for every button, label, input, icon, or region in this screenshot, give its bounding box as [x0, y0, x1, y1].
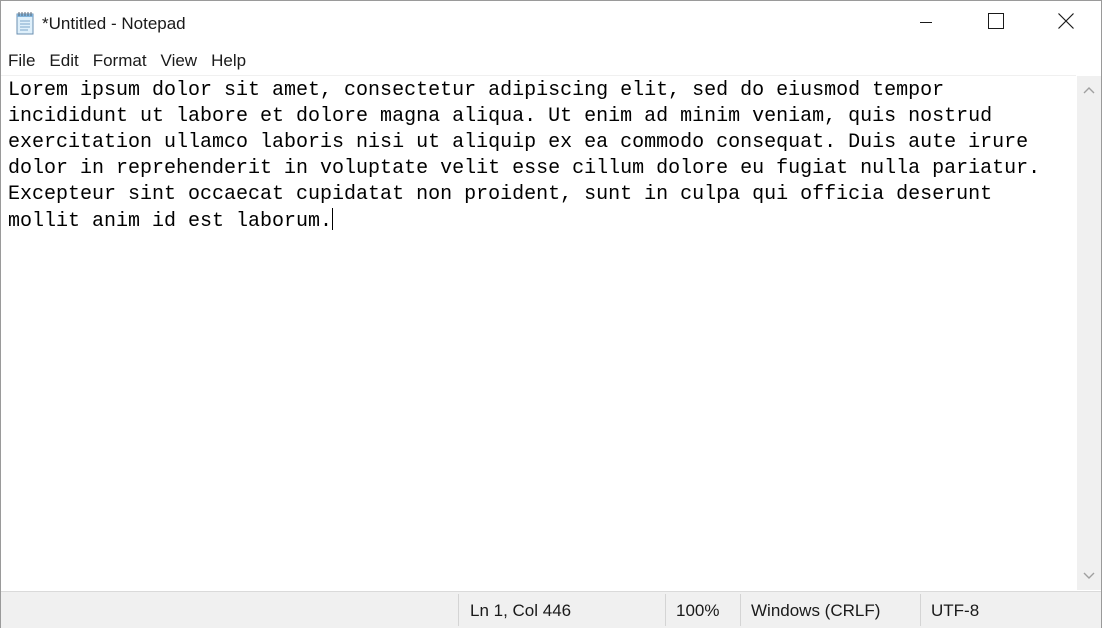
status-divider — [740, 594, 741, 626]
maximize-button[interactable] — [961, 1, 1031, 46]
editor-content[interactable]: Lorem ipsum dolor sit amet, consectetur … — [8, 78, 1040, 235]
menu-edit[interactable]: Edit — [42, 47, 85, 75]
notepad-icon — [14, 11, 36, 35]
menu-file[interactable]: File — [1, 47, 42, 75]
chevron-down-icon — [1083, 567, 1095, 585]
minimize-icon — [920, 15, 932, 33]
minimize-button[interactable] — [891, 1, 961, 46]
status-line-ending: Windows (CRLF) — [751, 601, 881, 620]
vertical-scrollbar[interactable] — [1077, 76, 1101, 590]
status-bar: Ln 1, Col 446 100% Windows (CRLF) UTF-8 — [1, 591, 1101, 628]
menu-format[interactable]: Format — [86, 47, 154, 75]
editor-text: Lorem ipsum dolor sit amet, consectetur … — [8, 79, 1041, 233]
status-divider — [458, 594, 459, 626]
chevron-up-icon — [1083, 81, 1095, 99]
menu-bar: File Edit Format View Help — [1, 47, 1101, 75]
status-zoom: 100% — [676, 601, 720, 620]
status-divider — [920, 594, 921, 626]
scroll-down-button[interactable] — [1077, 564, 1101, 588]
status-encoding: UTF-8 — [931, 601, 980, 620]
title-bar[interactable]: *Untitled - Notepad — [1, 1, 1101, 46]
maximize-icon — [988, 13, 1004, 34]
menu-view[interactable]: View — [154, 47, 205, 75]
status-position: Ln 1, Col 446 — [470, 601, 572, 620]
scroll-up-button[interactable] — [1077, 78, 1101, 102]
text-editor[interactable]: Lorem ipsum dolor sit amet, consectetur … — [1, 75, 1076, 591]
close-button[interactable] — [1031, 1, 1101, 46]
notepad-window: *Untitled - Notepad File Edit Format Vie… — [0, 0, 1102, 628]
window-title: *Untitled - Notepad — [42, 14, 186, 33]
status-divider — [665, 594, 666, 626]
menu-help[interactable]: Help — [204, 47, 253, 75]
close-icon — [1058, 13, 1074, 34]
text-caret — [332, 208, 334, 230]
